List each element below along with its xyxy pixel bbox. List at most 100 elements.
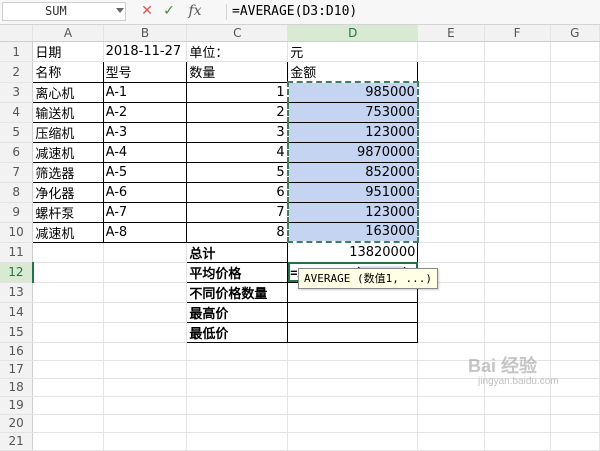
cell-d3[interactable]: 985000 — [286, 81, 419, 103]
cell-a3[interactable]: 离心机 — [32, 81, 104, 103]
cell-e5[interactable] — [417, 122, 485, 143]
cell-f8[interactable] — [484, 182, 551, 203]
cell-d4[interactable]: 753000 — [286, 101, 419, 123]
cell-d16[interactable] — [287, 342, 419, 361]
row-header[interactable]: 12 — [0, 262, 34, 283]
cell-f19[interactable] — [484, 396, 551, 415]
cell-a13[interactable] — [32, 282, 104, 303]
cell-c20[interactable] — [186, 414, 289, 433]
row-header[interactable]: 8 — [0, 182, 34, 203]
cell-a7[interactable]: 筛选器 — [32, 161, 104, 183]
cell-a1[interactable]: 日期 — [32, 41, 104, 62]
cell-c7[interactable]: 5 — [186, 161, 289, 183]
cell-b13[interactable] — [103, 282, 188, 303]
cell-d17[interactable] — [287, 360, 419, 379]
cell-d11[interactable]: 13820000 — [287, 241, 419, 263]
cell-e18[interactable] — [417, 378, 485, 397]
row-header[interactable]: 3 — [0, 82, 34, 103]
cell-g6[interactable] — [550, 142, 600, 163]
cell-d19[interactable] — [287, 396, 419, 415]
cell-f11[interactable] — [484, 242, 551, 263]
cell-f21[interactable] — [484, 432, 551, 451]
cell-g7[interactable] — [550, 162, 600, 183]
cell-e15[interactable] — [417, 322, 485, 343]
cell-e19[interactable] — [417, 396, 485, 415]
cell-b8[interactable]: A-6 — [102, 181, 188, 203]
cell-a2[interactable]: 名称 — [32, 61, 104, 83]
cell-b3[interactable]: A-1 — [102, 81, 188, 103]
cell-b14[interactable] — [103, 302, 188, 323]
cell-b11[interactable] — [103, 242, 188, 263]
row-header[interactable]: 15 — [0, 322, 34, 343]
cell-c2[interactable]: 数量 — [186, 61, 289, 83]
cell-a6[interactable]: 减速机 — [32, 141, 104, 163]
cell-a8[interactable]: 净化器 — [32, 181, 104, 203]
cell-e8[interactable] — [417, 182, 485, 203]
cell-e4[interactable] — [417, 102, 485, 123]
cell-f4[interactable] — [484, 102, 551, 123]
cell-f9[interactable] — [484, 202, 551, 223]
row-header[interactable]: 16 — [0, 342, 34, 361]
cell-d6[interactable]: 9870000 — [286, 141, 419, 163]
cell-d10[interactable]: 163000 — [286, 221, 419, 243]
cell-g11[interactable] — [550, 242, 600, 263]
cell-b9[interactable]: A-7 — [102, 201, 188, 223]
column-header-g[interactable]: G — [550, 25, 600, 42]
cancel-icon[interactable]: ✕ — [138, 2, 156, 21]
cell-a21[interactable] — [32, 432, 104, 451]
cell-b19[interactable] — [103, 396, 188, 415]
cell-g20[interactable] — [550, 414, 600, 433]
column-header-d[interactable]: D — [287, 25, 419, 42]
cell-f14[interactable] — [484, 302, 551, 323]
cell-c18[interactable] — [186, 378, 289, 397]
row-header[interactable]: 4 — [0, 102, 34, 123]
cell-d8[interactable]: 951000 — [286, 181, 419, 203]
row-header[interactable]: 21 — [0, 432, 34, 451]
cell-e14[interactable] — [417, 302, 485, 323]
cell-f15[interactable] — [484, 322, 551, 343]
cell-b16[interactable] — [103, 342, 188, 361]
cell-g1[interactable] — [550, 41, 600, 62]
cell-g15[interactable] — [550, 322, 600, 343]
row-header[interactable]: 19 — [0, 396, 34, 415]
cell-b10[interactable]: A-8 — [102, 221, 188, 243]
cell-e11[interactable] — [417, 242, 485, 263]
cell-a20[interactable] — [32, 414, 104, 433]
cell-f6[interactable] — [484, 142, 551, 163]
cell-g5[interactable] — [550, 122, 600, 143]
cell-d15[interactable] — [287, 321, 419, 343]
cell-c17[interactable] — [186, 360, 289, 379]
cell-g10[interactable] — [550, 222, 600, 243]
select-all-corner[interactable] — [0, 25, 34, 42]
cell-d20[interactable] — [287, 414, 419, 433]
cell-f13[interactable] — [484, 282, 551, 303]
cell-b21[interactable] — [103, 432, 188, 451]
cell-a19[interactable] — [32, 396, 104, 415]
cell-f20[interactable] — [484, 414, 551, 433]
cell-e3[interactable] — [417, 82, 485, 103]
cell-a14[interactable] — [32, 302, 104, 323]
cell-f2[interactable] — [484, 61, 551, 83]
cell-c6[interactable]: 4 — [186, 141, 289, 163]
cell-a4[interactable]: 输送机 — [32, 101, 104, 123]
cell-e10[interactable] — [417, 222, 485, 243]
cell-d5[interactable]: 123000 — [286, 121, 419, 143]
cell-c10[interactable]: 8 — [186, 221, 289, 243]
cell-a12[interactable] — [32, 262, 104, 283]
cell-g2[interactable] — [550, 61, 600, 83]
row-header[interactable]: 20 — [0, 414, 34, 433]
cell-g4[interactable] — [550, 102, 600, 123]
cell-d7[interactable]: 852000 — [286, 161, 419, 183]
cell-g8[interactable] — [550, 182, 600, 203]
row-header[interactable]: 2 — [0, 61, 34, 83]
cell-e21[interactable] — [417, 432, 485, 451]
cell-b17[interactable] — [103, 360, 188, 379]
cell-g21[interactable] — [550, 432, 600, 451]
column-header-f[interactable]: F — [484, 25, 551, 42]
cell-d9[interactable]: 123000 — [286, 201, 419, 223]
cell-d14[interactable] — [287, 301, 419, 323]
cell-f12[interactable] — [484, 262, 551, 283]
cell-e2[interactable] — [417, 61, 485, 83]
cell-c11[interactable]: 总计 — [186, 241, 289, 263]
cell-c3[interactable]: 1 — [186, 81, 289, 103]
